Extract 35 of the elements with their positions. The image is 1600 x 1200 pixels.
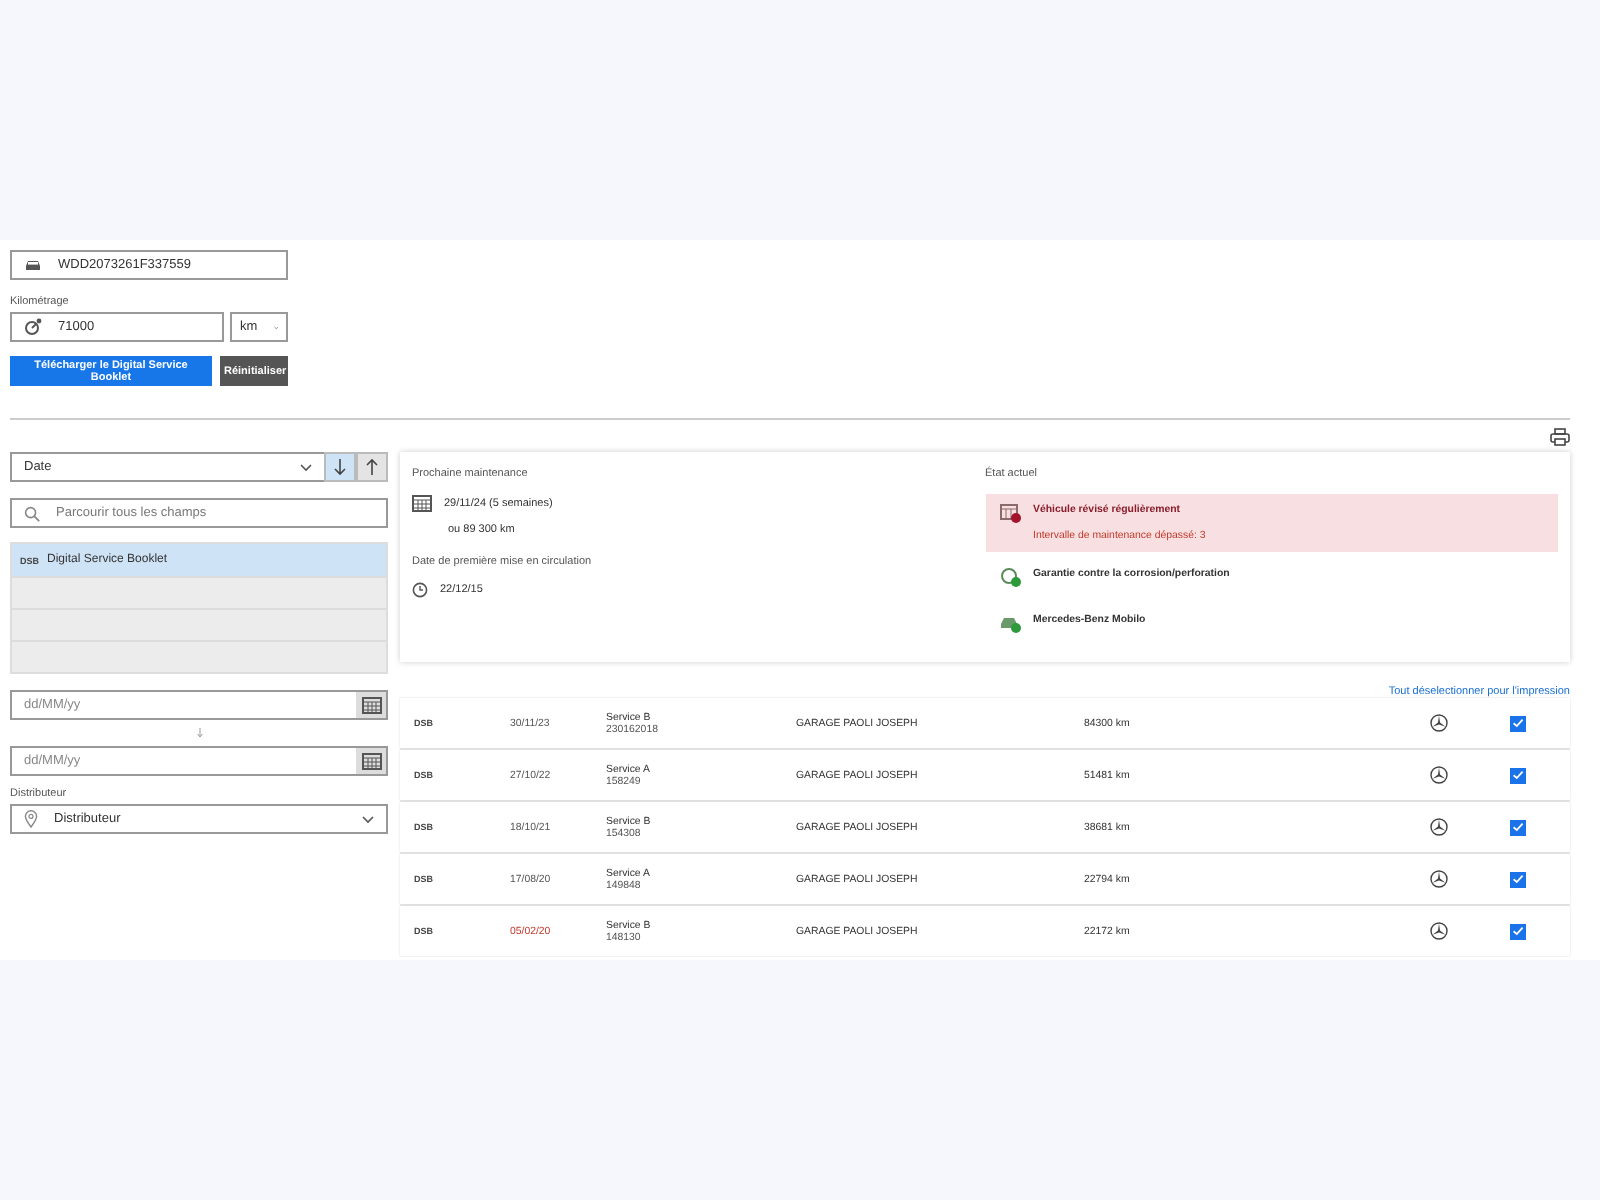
arrow-down-icon [334,458,346,476]
arrow-down-icon [195,728,203,738]
checkmark-icon [1512,874,1524,884]
three-pointed-star-icon [1430,714,1448,732]
clock-icon [412,582,428,598]
car-check-icon [999,614,1021,634]
sort-direction-button[interactable] [324,452,356,482]
arrow-up-icon [366,458,378,476]
three-pointed-star-icon [1430,870,1448,888]
calendar-button[interactable] [356,692,386,718]
print-checkbox[interactable] [1510,871,1526,887]
search-icon [24,505,40,521]
three-pointed-star-icon [1430,818,1448,836]
print-checkbox[interactable] [1510,923,1526,939]
printer-icon[interactable] [1550,428,1570,446]
calendar-icon [361,752,381,770]
sort-direction-button[interactable] [356,452,388,482]
calendar-icon [412,494,432,512]
location-pin-icon [24,810,38,828]
checkmark-icon [1512,718,1524,728]
print-checkbox[interactable] [1510,715,1526,731]
checkmark-icon [1512,770,1524,780]
calendar-warning-icon [999,504,1021,524]
print-checkbox[interactable] [1510,819,1526,835]
three-pointed-star-icon [1430,766,1448,784]
checkmark-icon [1512,926,1524,936]
gauge-icon [24,318,42,336]
print-checkbox[interactable] [1510,767,1526,783]
checkmark-icon [1512,822,1524,832]
car-icon [24,258,42,272]
chevron-down-icon [362,815,374,823]
calendar-icon [361,696,381,714]
chevron-down-icon [300,463,312,471]
calendar-button[interactable] [356,748,386,774]
three-pointed-star-icon [1430,922,1448,940]
